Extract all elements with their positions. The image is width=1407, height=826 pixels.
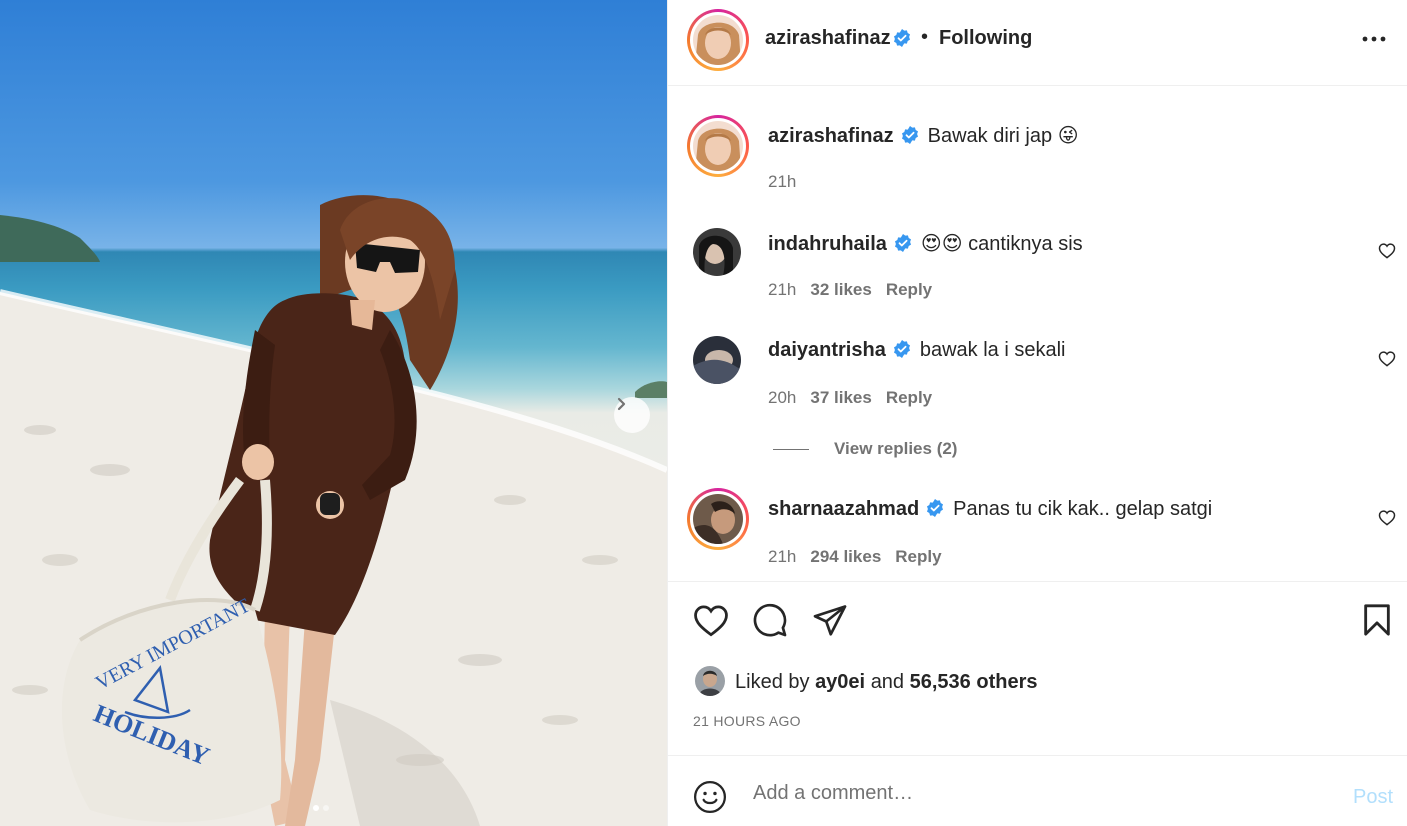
comment-username[interactable]: indahruhaila	[768, 233, 887, 255]
heart-outline-icon	[1378, 351, 1396, 367]
comment-time[interactable]: 20h	[768, 388, 796, 407]
comment-username[interactable]: daiyantrisha	[768, 339, 886, 361]
comment-emoji: 😍😍	[920, 233, 963, 255]
comment-meta: 20h 37 likes Reply	[768, 388, 946, 408]
heart-outline-icon	[1378, 243, 1396, 259]
comment-likes[interactable]: 37 likes	[810, 388, 871, 407]
caption-row: azirashafinaz Bawak diri jap 😜	[768, 123, 1079, 148]
comment-button[interactable]	[752, 602, 788, 643]
author-username[interactable]: azirashafinaz	[765, 27, 891, 50]
liked-by-and: and	[870, 671, 905, 693]
comment-avatar[interactable]	[693, 228, 741, 276]
comment-avatar[interactable]	[693, 336, 741, 384]
comment-time[interactable]: 21h	[768, 280, 796, 299]
chevron-right-icon	[617, 397, 626, 411]
smiley-icon	[693, 780, 727, 814]
beach-photo: VERY IMPORTANT HOLIDAY	[0, 195, 667, 826]
comment-meta: 21h 294 likes Reply	[768, 547, 956, 567]
caption-text: Bawak diri jap	[927, 125, 1053, 147]
comment-row: daiyantrisha bawak la i sekali	[768, 339, 1065, 362]
comment-meta: 21h 32 likes Reply	[768, 280, 946, 300]
comment-text: cantiknya sis	[968, 233, 1083, 255]
comment-row: indahruhaila 😍😍 cantiknya sis	[768, 231, 1083, 256]
comment-text: bawak la i sekali	[919, 339, 1066, 361]
liker-avatar[interactable]	[695, 666, 725, 696]
verified-badge-icon	[927, 498, 944, 517]
more-horizontal-icon	[1362, 36, 1386, 42]
post-header: azirashafinaz • Following	[668, 0, 1407, 86]
verified-badge-icon	[901, 125, 918, 144]
reply-button[interactable]: Reply	[886, 388, 932, 407]
post-comment-button[interactable]: Post	[1353, 786, 1393, 809]
verified-badge-icon	[894, 233, 911, 252]
replies-divider	[773, 449, 809, 450]
caption-avatar[interactable]	[687, 115, 749, 177]
comment-text: Panas tu cik kak.. gelap satgi	[953, 498, 1213, 520]
like-button[interactable]	[692, 603, 730, 642]
carousel-next-button[interactable]	[614, 397, 650, 433]
save-button[interactable]	[1362, 603, 1392, 642]
bookmark-icon	[1364, 604, 1390, 636]
comments-list[interactable]: azirashafinaz Bawak diri jap 😜 21h indahr…	[668, 86, 1407, 582]
carousel-dot	[323, 805, 329, 811]
post-actions: Liked by ay0ei and 56,536 others 21 HOUR…	[668, 582, 1407, 756]
like-comment-button[interactable]	[1378, 509, 1396, 531]
author-avatar[interactable]	[687, 9, 749, 71]
view-replies-button[interactable]: View replies (2)	[834, 439, 957, 459]
caption-username[interactable]: azirashafinaz	[768, 125, 894, 147]
post-photo[interactable]: VERY IMPORTANT HOLIDAY	[0, 0, 667, 826]
comment-username[interactable]: sharnaazahmad	[768, 498, 919, 520]
header-separator: •	[921, 26, 929, 48]
liked-by-text: Liked by ay0ei and 56,536 others	[735, 671, 1037, 694]
caption-time[interactable]: 21h	[768, 172, 796, 191]
comment-time[interactable]: 21h	[768, 547, 796, 566]
comment-row: sharnaazahmad Panas tu cik kak.. gelap sa…	[768, 498, 1212, 521]
more-options-button[interactable]	[1362, 30, 1386, 53]
avatar-image	[693, 15, 743, 65]
comment-bubble-icon	[753, 603, 787, 637]
comment-likes[interactable]: 32 likes	[810, 280, 871, 299]
carousel-dot-active	[313, 805, 319, 811]
caption-meta: 21h	[768, 172, 810, 192]
send-paper-plane-icon	[813, 605, 847, 636]
heart-outline-icon	[1378, 510, 1396, 526]
post-timestamp[interactable]: 21 HOURS AGO	[693, 713, 801, 729]
comment-likes[interactable]: 294 likes	[810, 547, 881, 566]
caption-emoji: 😜	[1057, 125, 1079, 147]
post-details-panel: azirashafinaz • Following azirashafinaz B…	[667, 0, 1407, 826]
liked-by-prefix: Liked by	[735, 671, 810, 693]
avatar-image	[693, 121, 743, 171]
comment-avatar[interactable]	[687, 488, 749, 550]
like-comment-button[interactable]	[1378, 350, 1396, 372]
like-comment-button[interactable]	[1378, 242, 1396, 264]
liked-by-user[interactable]: ay0ei	[815, 671, 865, 693]
following-button[interactable]: Following	[939, 27, 1032, 50]
reply-button[interactable]: Reply	[895, 547, 941, 566]
carousel-dots	[313, 805, 329, 811]
likes-count[interactable]: 56,536 others	[910, 671, 1038, 693]
verified-badge-icon	[893, 339, 910, 358]
comment-composer: Post	[668, 756, 1407, 826]
verified-badge-icon	[892, 28, 912, 53]
reply-button[interactable]: Reply	[886, 280, 932, 299]
share-button[interactable]	[812, 602, 848, 643]
emoji-picker-button[interactable]	[693, 780, 727, 819]
comment-input[interactable]	[753, 778, 1313, 808]
heart-outline-icon	[694, 605, 728, 637]
